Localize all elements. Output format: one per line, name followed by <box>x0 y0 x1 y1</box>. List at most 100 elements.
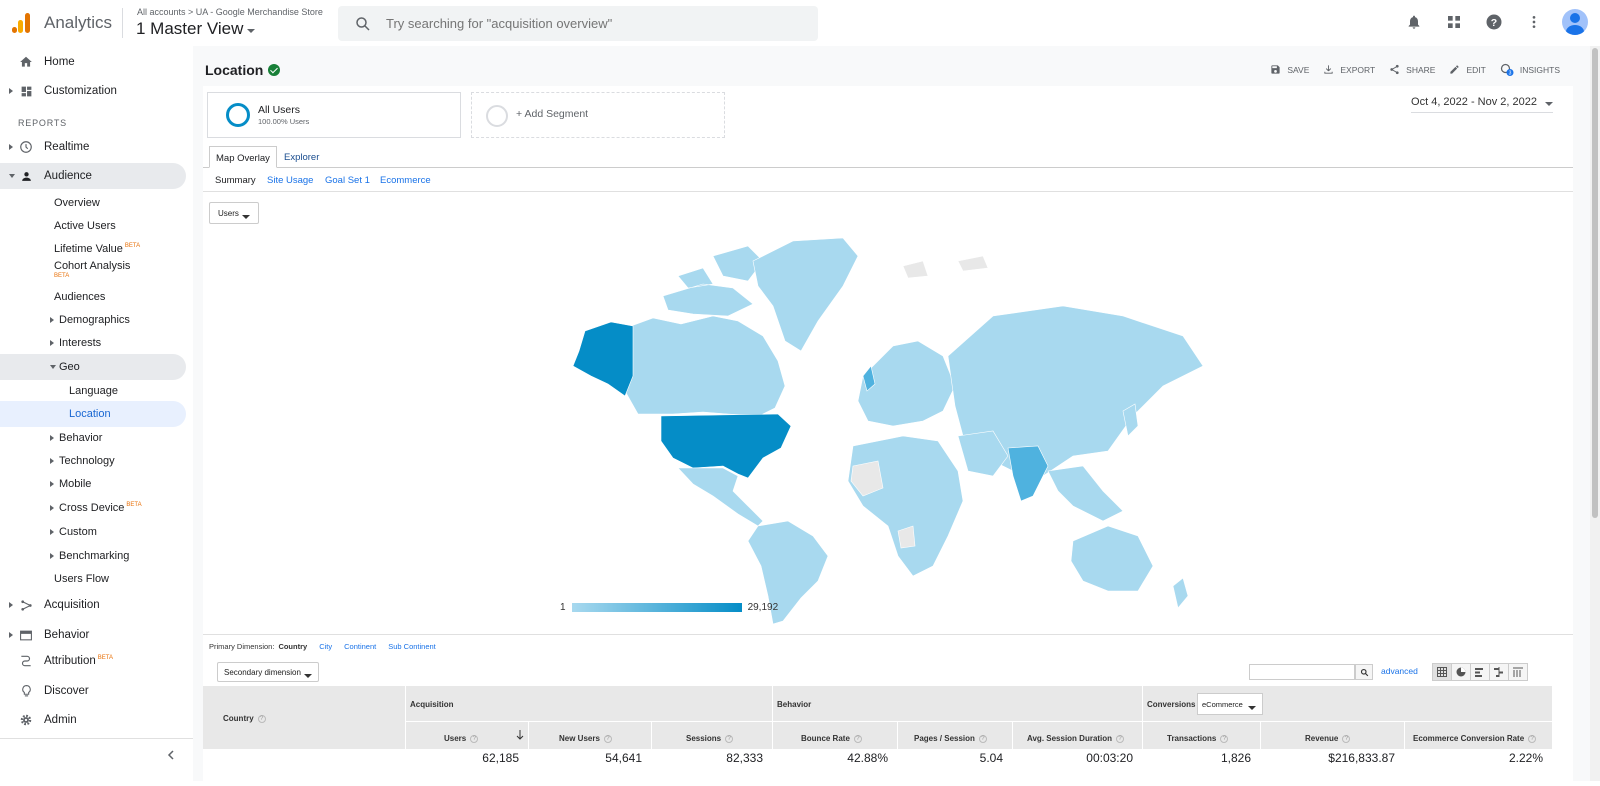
segment-circle-icon <box>226 103 250 127</box>
column-header-revenue[interactable]: Revenue? <box>1261 722 1405 750</box>
advanced-filter-link[interactable]: advanced <box>1381 666 1418 676</box>
collapse-sidebar-button[interactable] <box>166 748 176 766</box>
sidebar-item-behavior[interactable]: Behavior <box>0 622 186 648</box>
bell-icon[interactable] <box>1402 10 1426 34</box>
view-selector[interactable]: 1 Master View <box>136 19 256 39</box>
analytics-logo[interactable] <box>10 11 32 33</box>
help-icon[interactable]: ? <box>725 734 734 743</box>
sidebar-item-cross-device[interactable]: Cross Device BETA <box>0 495 186 521</box>
pivot-view-button[interactable] <box>1508 663 1528 681</box>
tab-explorer[interactable]: Explorer <box>278 146 325 168</box>
sidebar-item-customization[interactable]: Customization <box>0 78 186 104</box>
map-region-arctic-islands <box>662 245 764 317</box>
sidebar-item-discover[interactable]: Discover <box>0 678 186 704</box>
sidebar-label: Users Flow <box>54 573 110 585</box>
user-avatar[interactable] <box>1562 9 1588 35</box>
subtab-ecommerce[interactable]: Ecommerce <box>380 175 431 186</box>
dimension-continent-link[interactable]: Continent <box>344 642 376 651</box>
search-input[interactable] <box>386 16 786 31</box>
sidebar-item-location[interactable]: Location <box>0 401 186 427</box>
sidebar-item-custom[interactable]: Custom <box>0 519 186 545</box>
sidebar-item-interests[interactable]: Interests <box>0 330 186 356</box>
conversion-type-dropdown[interactable]: eCommerce <box>1197 693 1263 715</box>
chevron-down-icon <box>247 28 256 33</box>
sidebar-item-realtime[interactable]: Realtime <box>0 134 186 160</box>
column-header-avg-session-duration[interactable]: Avg. Session Duration? <box>1013 722 1143 750</box>
help-icon[interactable]: ? <box>257 714 266 723</box>
chevron-down-icon <box>304 674 312 678</box>
tab-map-overlay[interactable]: Map Overlay <box>209 146 277 168</box>
sidebar-item-acquisition[interactable]: Acquisition <box>0 592 186 618</box>
column-header-new-users[interactable]: New Users? <box>529 722 652 750</box>
more-vert-icon[interactable] <box>1522 10 1546 34</box>
sidebar-item-admin[interactable]: Admin <box>0 707 186 733</box>
map-metric-dropdown[interactable]: Users <box>209 202 259 224</box>
edit-button[interactable]: EDIT <box>1449 63 1486 76</box>
column-header-pages-session[interactable]: Pages / Session? <box>898 722 1013 750</box>
map-region-southeast-asia <box>1047 465 1124 522</box>
scrollbar-thumb[interactable] <box>1592 48 1598 518</box>
map-region-svalbard <box>902 255 989 279</box>
help-icon[interactable]: ? <box>978 734 987 743</box>
sidebar: Home Customization REPORTS Realtime Audi… <box>0 46 193 781</box>
sidebar-label: Benchmarking <box>59 550 130 562</box>
sidebar-item-home[interactable]: Home <box>0 49 186 75</box>
help-icon[interactable]: ? <box>470 734 479 743</box>
chevron-right-icon <box>50 458 54 464</box>
export-label: EXPORT <box>1340 64 1376 75</box>
table-view-button[interactable] <box>1432 663 1452 681</box>
conversions-group-header: Conversions eCommerce <box>1143 686 1553 722</box>
subtab-site-usage[interactable]: Site Usage <box>267 175 313 186</box>
table-filter-input[interactable] <box>1249 664 1355 680</box>
page-scrollbar[interactable] <box>1590 46 1600 781</box>
add-segment-button[interactable]: + Add Segment <box>471 92 725 138</box>
pie-view-button[interactable] <box>1451 663 1471 681</box>
column-label: Pages / Session <box>914 734 975 743</box>
column-header-transactions[interactable]: Transactions? <box>1143 722 1261 750</box>
help-icon[interactable]: ? <box>1482 10 1506 34</box>
segment-all-users[interactable]: All Users 100.00% Users <box>207 92 461 138</box>
sidebar-label: Demographics <box>59 314 130 326</box>
sidebar-item-cohort-analysis[interactable]: Cohort Analysis BETA <box>0 258 186 286</box>
page-title: Location <box>205 62 281 78</box>
help-icon[interactable]: ? <box>1220 734 1229 743</box>
date-range-picker[interactable]: Oct 4, 2022 - Nov 2, 2022 <box>1411 96 1553 113</box>
sidebar-item-attribution[interactable]: Attribution BETA <box>0 648 186 674</box>
apps-grid-icon[interactable] <box>1442 10 1466 34</box>
export-button[interactable]: EXPORT <box>1323 63 1375 76</box>
help-icon[interactable]: ? <box>1528 734 1537 743</box>
bar-view-button[interactable] <box>1470 663 1490 681</box>
column-label: Avg. Session Duration <box>1027 734 1113 743</box>
dimension-city-link[interactable]: City <box>319 642 332 651</box>
insights-button[interactable]: 3 INSIGHTS <box>1500 63 1560 76</box>
country-column-header[interactable]: Country? <box>203 686 406 750</box>
world-map[interactable] <box>563 226 1208 626</box>
search-bar[interactable] <box>338 6 818 41</box>
subtab-summary[interactable]: Summary <box>215 175 256 186</box>
share-button[interactable]: SHARE <box>1389 63 1435 76</box>
total-bounce-rate: 42.88% <box>847 751 888 765</box>
secondary-dimension-dropdown[interactable]: Secondary dimension <box>217 662 319 682</box>
help-icon[interactable]: ? <box>1342 734 1351 743</box>
save-button[interactable]: SAVE <box>1270 63 1309 76</box>
column-header-sessions[interactable]: Sessions? <box>652 722 773 750</box>
map-region-new-zealand <box>1172 577 1189 609</box>
primary-dimension-country[interactable]: Country <box>278 642 307 651</box>
help-icon[interactable]: ? <box>1116 734 1125 743</box>
subtab-goal-set-1[interactable]: Goal Set 1 <box>325 175 370 186</box>
empty-circle-icon <box>486 105 508 127</box>
table-filter-button[interactable] <box>1355 664 1373 680</box>
dimension-sub-continent-link[interactable]: Sub Continent <box>388 642 436 651</box>
column-header-ecommerce-conversion-rate[interactable]: Ecommerce Conversion Rate? <box>1405 722 1553 750</box>
column-label: Bounce Rate <box>801 734 850 743</box>
comparison-view-button[interactable] <box>1489 663 1509 681</box>
sidebar-item-geo[interactable]: Geo <box>0 354 186 380</box>
help-icon[interactable]: ? <box>603 734 612 743</box>
column-header-bounce-rate[interactable]: Bounce Rate? <box>773 722 898 750</box>
sidebar-item-users-flow[interactable]: Users Flow <box>0 566 186 592</box>
sidebar-item-audience[interactable]: Audience <box>0 163 186 189</box>
column-header-users[interactable]: Users? <box>406 722 529 750</box>
help-icon[interactable]: ? <box>853 734 862 743</box>
breadcrumb[interactable]: All accounts > UA - Google Merchandise S… <box>137 7 323 17</box>
sidebar-item-mobile[interactable]: Mobile <box>0 471 186 497</box>
